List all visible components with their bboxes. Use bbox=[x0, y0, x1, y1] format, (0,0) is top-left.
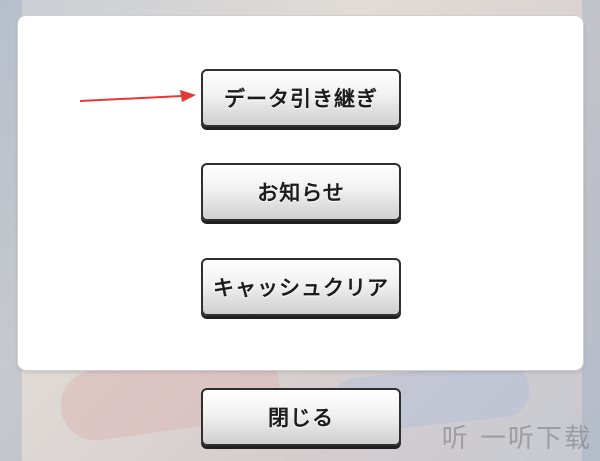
close-button[interactable]: 閉じる bbox=[201, 388, 401, 446]
cache-clear-button[interactable]: キャッシュクリア bbox=[201, 258, 401, 316]
news-button[interactable]: お知らせ bbox=[201, 163, 401, 221]
watermark: 听 一听下载 bbox=[441, 424, 592, 454]
data-transfer-button[interactable]: データ引き継ぎ bbox=[201, 69, 401, 127]
annotation-arrow-icon bbox=[79, 90, 196, 102]
background-art bbox=[582, 0, 600, 461]
